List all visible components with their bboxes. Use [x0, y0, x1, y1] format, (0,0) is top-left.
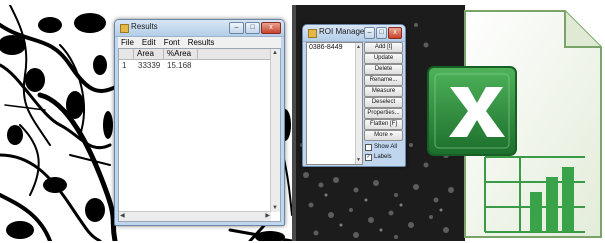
table-header: Area %Area — [119, 49, 271, 60]
results-title: Results — [131, 22, 158, 31]
vertical-scrollbar[interactable]: ▲ ▼ — [355, 43, 362, 164]
column-header-pct-area[interactable]: %Area — [163, 49, 198, 59]
roi-title: ROI Manager — [319, 27, 368, 36]
table-row[interactable]: 1 33339 15.168 — [119, 61, 271, 71]
add-button[interactable]: Add [t] — [364, 42, 403, 53]
more-button[interactable]: More » — [364, 130, 403, 141]
cell-pct-area: 15.168 — [167, 61, 192, 70]
menu-font[interactable]: Font — [164, 37, 180, 48]
delete-button[interactable]: Delete — [364, 64, 403, 75]
vertical-scrollbar[interactable]: ▲ ▼ — [270, 49, 280, 212]
roi-manager-window[interactable]: ROI Manager – □ x 0386-8449 ▲ ▼ Add [t] … — [302, 24, 406, 167]
deselect-button[interactable]: Deselect — [364, 97, 403, 108]
labels-checkbox[interactable]: ✓ Labels — [365, 153, 392, 161]
flatten-button[interactable]: Flatten [F] — [364, 119, 403, 130]
scroll-up-icon[interactable]: ▲ — [356, 43, 361, 51]
results-titlebar[interactable]: Results – □ x — [115, 20, 284, 37]
imagej-app-icon — [308, 29, 317, 38]
scroll-right-icon[interactable]: ▶ — [265, 212, 270, 220]
close-button[interactable]: x — [388, 27, 402, 39]
rename-button[interactable]: Rename... — [364, 75, 403, 86]
scroll-down-icon[interactable]: ▼ — [272, 204, 278, 212]
imagej-app-icon — [120, 24, 129, 33]
close-button[interactable]: x — [261, 22, 281, 34]
results-table[interactable]: Area %Area 1 33339 15.168 ▲ ▼ ◀ ▶ — [118, 48, 281, 222]
minimize-button[interactable]: – — [364, 27, 375, 39]
update-button[interactable]: Update — [364, 53, 403, 64]
scroll-left-icon[interactable]: ◀ — [120, 212, 125, 220]
excel-icon — [425, 7, 603, 243]
scroll-down-icon[interactable]: ▼ — [356, 156, 361, 164]
menu-edit[interactable]: Edit — [142, 37, 156, 48]
roi-list[interactable]: 0386-8449 ▲ ▼ — [306, 42, 363, 165]
checkbox-unchecked[interactable] — [365, 143, 372, 151]
minimize-button[interactable]: – — [229, 22, 244, 34]
cell-area: 33339 — [138, 61, 161, 70]
menu-file[interactable]: File — [121, 37, 134, 48]
measure-button[interactable]: Measure — [364, 86, 403, 97]
results-window[interactable]: Results – □ x File Edit Font Results Are… — [114, 19, 285, 226]
menu-results[interactable]: Results — [188, 37, 215, 48]
scroll-up-icon[interactable]: ▲ — [272, 49, 278, 57]
horizontal-scrollbar[interactable]: ◀ ▶ — [119, 211, 271, 221]
results-menubar: File Edit Font Results — [118, 37, 281, 48]
maximize-button[interactable]: □ — [245, 22, 260, 34]
labels-label: Labels — [374, 154, 392, 160]
roi-titlebar[interactable]: ROI Manager – □ x — [303, 25, 405, 42]
list-item[interactable]: 0386-8449 — [307, 43, 362, 53]
maximize-button[interactable]: □ — [376, 27, 387, 39]
show-all-checkbox[interactable]: Show All — [365, 143, 397, 151]
properties-button[interactable]: Properties... — [364, 108, 403, 119]
checkbox-checked[interactable]: ✓ — [365, 153, 372, 161]
show-all-label: Show All — [374, 144, 398, 150]
column-header-area[interactable]: Area — [133, 49, 165, 59]
row-index: 1 — [122, 61, 127, 70]
